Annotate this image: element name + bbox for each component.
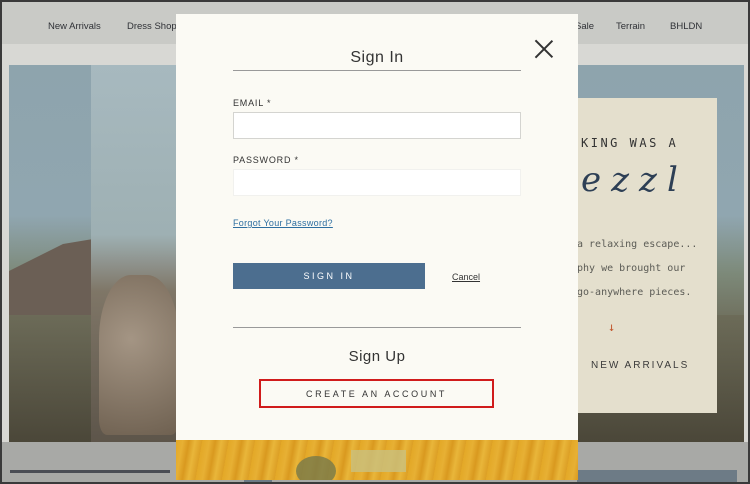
nav-item-dress-shop[interactable]: Dress Shop bbox=[127, 21, 177, 32]
email-label: EMAIL * bbox=[233, 98, 272, 108]
page-frame: New Arrivals Dress Shop Sale Terrain BHL… bbox=[0, 0, 750, 484]
nav-item-bhldn[interactable]: BHLDN bbox=[670, 21, 702, 32]
promo-script: ezzl bbox=[581, 160, 688, 200]
promo-line-3: go-anywhere pieces. bbox=[577, 287, 692, 298]
hero-rock-pile bbox=[99, 275, 179, 435]
password-field[interactable] bbox=[233, 169, 521, 196]
promo-card: KING WAS A ezzl a relaxing escape... phy… bbox=[577, 98, 717, 413]
cancel-link[interactable]: Cancel bbox=[452, 272, 480, 282]
nav-item-terrain[interactable]: Terrain bbox=[616, 21, 645, 32]
sign-in-button[interactable]: SIGN IN bbox=[233, 263, 425, 289]
promo-line-1: a relaxing escape... bbox=[577, 239, 698, 250]
promo-heading: KING WAS A bbox=[581, 136, 679, 150]
footer-art-shape bbox=[296, 456, 336, 480]
bottom-divider bbox=[10, 470, 170, 473]
section-divider bbox=[233, 327, 521, 328]
promo-new-arrivals-link[interactable]: NEW ARRIVALS bbox=[591, 360, 689, 371]
forgot-password-link[interactable]: Forgot Your Password? bbox=[233, 218, 333, 228]
email-field[interactable] bbox=[233, 112, 521, 139]
nav-item-new-arrivals[interactable]: New Arrivals bbox=[48, 21, 101, 32]
bottom-thumbnail-right bbox=[577, 470, 737, 482]
modal-footer-art bbox=[176, 440, 578, 480]
footer-art-shape bbox=[351, 450, 406, 472]
sign-in-modal: Sign In EMAIL * PASSWORD * Forgot Your P… bbox=[176, 14, 578, 480]
promo-line-2: phy we brought our bbox=[577, 263, 686, 274]
title-divider bbox=[233, 70, 521, 71]
sign-in-title: Sign In bbox=[350, 49, 404, 66]
down-arrow-icon: ↓ bbox=[608, 320, 616, 334]
sign-up-title: Sign Up bbox=[348, 348, 406, 365]
password-label: PASSWORD * bbox=[233, 155, 299, 165]
create-account-button[interactable]: CREATE AN ACCOUNT bbox=[259, 379, 494, 408]
